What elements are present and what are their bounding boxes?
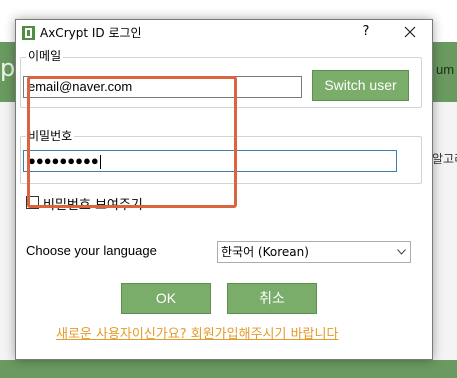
background-content-text-fragment: 알고리 xyxy=(432,152,457,166)
text-caret xyxy=(99,154,101,169)
background-header-text-fragment: p xyxy=(0,54,16,82)
show-password-checkbox[interactable] xyxy=(26,196,39,209)
help-button[interactable]: ? xyxy=(354,21,378,43)
close-icon xyxy=(404,26,416,38)
dialog-title: AxCrypt ID 로그인 xyxy=(40,26,142,40)
language-label: Choose your language xyxy=(26,243,157,258)
background-bottom-bar xyxy=(0,360,457,378)
show-password-label: 비밀번호 보여주기 xyxy=(43,198,143,213)
language-selected-value: 한국어 (Korean) xyxy=(221,245,309,259)
ok-button[interactable]: OK xyxy=(121,283,211,314)
axcrypt-app-icon xyxy=(22,25,35,40)
switch-user-button[interactable]: Switch user xyxy=(312,70,409,101)
cancel-button[interactable]: 취소 xyxy=(227,283,317,314)
password-masked-value: ●●●●●●●●● xyxy=(28,153,99,168)
password-field[interactable]: ●●●●●●●●● xyxy=(23,150,397,172)
email-field[interactable]: email@naver.com xyxy=(23,76,302,98)
background-header-right-fragment: um xyxy=(436,62,455,77)
email-label: 이메일 xyxy=(26,47,64,64)
chevron-down-icon xyxy=(397,249,406,255)
signup-link[interactable]: 새로운 사용자이신가요? 회원가입해주시기 바랍니다 xyxy=(56,323,338,342)
password-label: 비밀번호 xyxy=(26,127,75,144)
language-select[interactable]: 한국어 (Korean) xyxy=(217,241,411,263)
dialog-titlebar[interactable]: AxCrypt ID 로그인 ? xyxy=(16,20,432,45)
close-button[interactable] xyxy=(396,21,424,43)
axcrypt-login-dialog: AxCrypt ID 로그인 ? 이메일 email@naver.com Swi… xyxy=(15,19,433,360)
